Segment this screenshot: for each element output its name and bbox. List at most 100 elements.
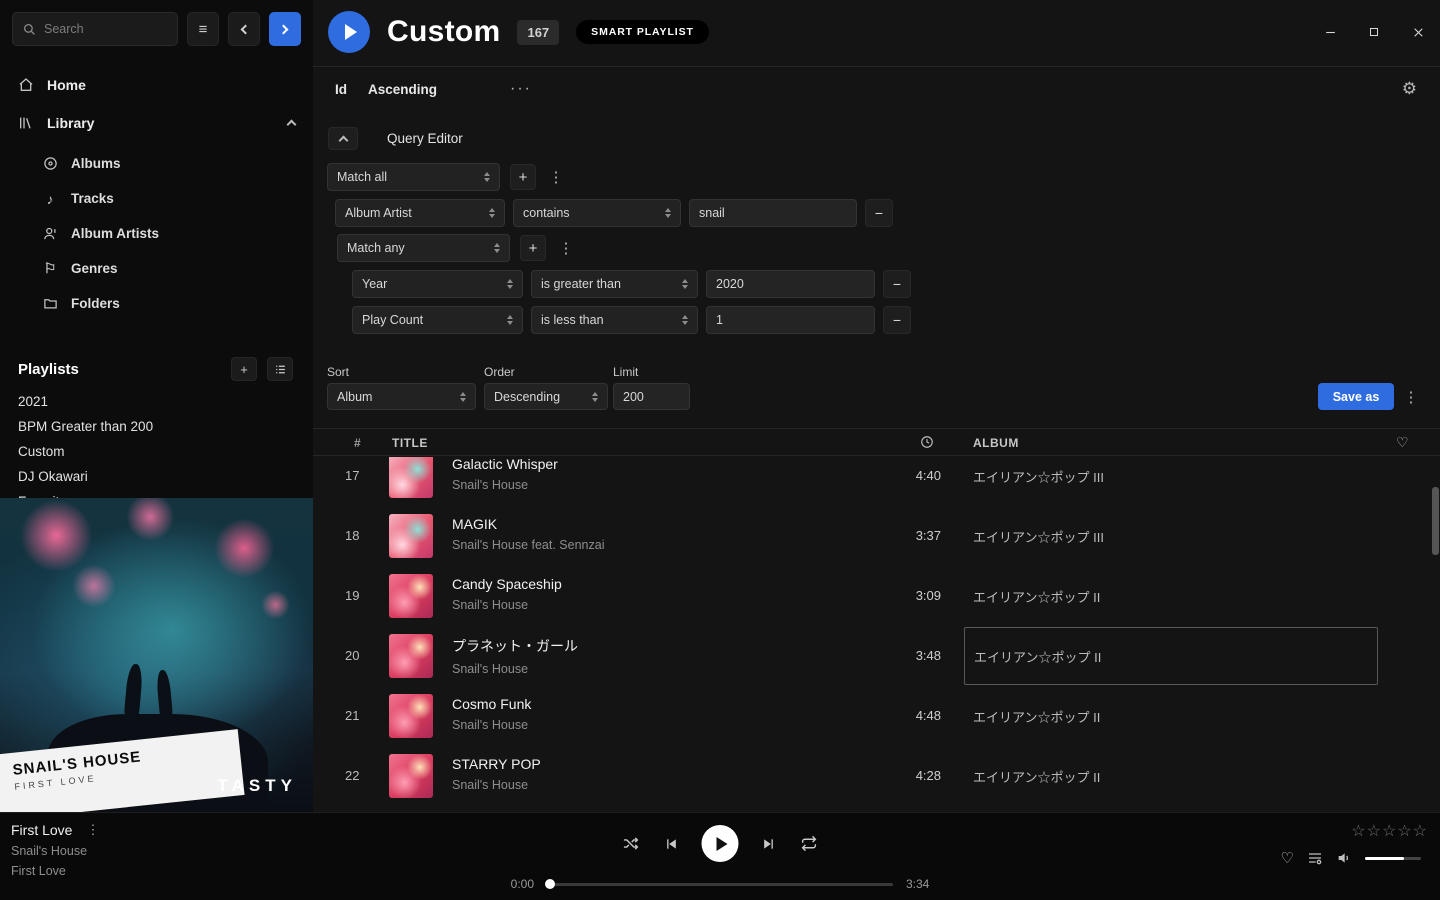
sidebar-item-tracks[interactable]: ♪ Tracks <box>0 181 313 216</box>
column-header-title[interactable]: TITLE <box>392 436 428 450</box>
smart-playlist-badge: SMART PLAYLIST <box>576 20 709 44</box>
sort-field-button[interactable]: Id <box>335 82 347 97</box>
duration-column-clock-icon[interactable] <box>920 435 934 449</box>
page-title: Custom <box>387 15 500 49</box>
remove-rule-button[interactable]: − <box>865 199 893 227</box>
sidebar-item-genres[interactable]: ⚐ Genres <box>0 251 313 286</box>
play-pause-button[interactable] <box>702 825 739 862</box>
previous-track-icon[interactable] <box>663 836 679 852</box>
rule-value-input[interactable]: snail <box>689 199 857 227</box>
minus-icon: − <box>893 276 901 292</box>
nav-forward-button[interactable] <box>269 12 301 46</box>
star-icon[interactable]: ☆ <box>1382 821 1396 841</box>
remove-rule-button[interactable]: − <box>883 306 911 334</box>
select-arrows-icon <box>478 172 490 182</box>
save-menu-button[interactable]: ⋮ <box>1401 384 1421 410</box>
more-options-button[interactable]: ··· <box>510 80 532 98</box>
favorite-heart-icon[interactable]: ♡ <box>1281 849 1294 867</box>
table-row-selected[interactable]: 20 プラネット・ガール Snail's House 3:48 エイリアン☆ポッ… <box>313 626 1440 686</box>
playlist-item[interactable]: BPM Greater than 200 <box>0 414 313 439</box>
match-type-select[interactable]: Match all <box>327 163 500 191</box>
next-track-icon[interactable] <box>762 836 778 852</box>
column-header-index[interactable]: # <box>354 436 361 450</box>
repeat-icon[interactable] <box>801 835 818 852</box>
table-row[interactable]: 19 Candy Spaceship Snail's House 3:09 エイ… <box>313 566 1440 626</box>
playlist-item[interactable]: 2021 <box>0 389 313 414</box>
column-header-album[interactable]: ALBUM <box>973 436 1019 450</box>
group-menu-button[interactable]: ⋮ <box>546 164 566 190</box>
query-editor-collapse-button[interactable] <box>328 127 358 150</box>
rule-field-select[interactable]: Play Count <box>352 306 523 334</box>
sidebar-item-album-artists[interactable]: Album Artists <box>0 216 313 251</box>
volume-slider[interactable] <box>1365 857 1421 860</box>
maximize-button[interactable] <box>1365 23 1383 41</box>
now-playing-menu-icon[interactable]: ⋮ <box>86 822 99 838</box>
limit-input[interactable]: 200 <box>613 383 690 410</box>
rule-operator-select[interactable]: is greater than <box>531 270 698 298</box>
playlist-item[interactable]: DJ Okawari <box>0 464 313 489</box>
track-number: 19 <box>345 588 379 603</box>
favorite-column-heart-icon[interactable]: ♡ <box>1396 434 1409 451</box>
sidebar-item-label: Albums <box>71 156 121 171</box>
volume-icon[interactable] <box>1336 850 1352 866</box>
track-duration: 3:09 <box>879 588 941 603</box>
queue-icon[interactable] <box>1307 850 1323 866</box>
settings-gear-icon[interactable]: ⚙ <box>1402 79 1417 99</box>
now-playing-album[interactable]: First Love <box>11 864 99 878</box>
collapse-library-icon[interactable] <box>288 115 295 131</box>
sort-direction-button[interactable]: Ascending <box>368 82 437 97</box>
remove-rule-button[interactable]: − <box>883 270 911 298</box>
search-input-container[interactable] <box>12 12 178 46</box>
table-row[interactable]: 17 Galactic Whisper Snail's House 4:40 エ… <box>313 457 1440 506</box>
add-rule-button[interactable]: + <box>520 235 546 261</box>
seek-slider[interactable] <box>547 883 893 886</box>
minus-icon: − <box>893 312 901 328</box>
flag-icon: ⚐ <box>42 260 58 277</box>
rule-operator-select[interactable]: contains <box>513 199 681 227</box>
sort-by-select[interactable]: Album <box>327 383 476 410</box>
close-button[interactable] <box>1409 23 1427 41</box>
group-menu-button[interactable]: ⋮ <box>556 235 576 261</box>
rule-value-input[interactable]: 1 <box>706 306 875 334</box>
play-playlist-button[interactable] <box>328 11 370 53</box>
star-icon[interactable]: ☆ <box>1413 821 1427 841</box>
sidebar-item-folders[interactable]: Folders <box>0 286 313 321</box>
table-row[interactable]: 18 MAGIK Snail's House feat. Sennzai 3:3… <box>313 506 1440 566</box>
table-row[interactable]: 21 Cosmo Funk Snail's House 4:48 エイリアン☆ポ… <box>313 686 1440 746</box>
sidebar-item-albums[interactable]: Albums <box>0 146 313 181</box>
save-as-button[interactable]: Save as <box>1318 383 1394 410</box>
playlist-list-button[interactable] <box>267 357 293 381</box>
menu-button[interactable]: ≡ <box>187 12 219 46</box>
star-icon[interactable]: ☆ <box>1397 821 1411 841</box>
sort-label: Sort <box>327 365 349 379</box>
minimize-button[interactable] <box>1321 23 1339 41</box>
sidebar-item-library[interactable]: Library <box>0 104 313 142</box>
search-input[interactable] <box>44 22 167 36</box>
rule-value-input[interactable]: 2020 <box>706 270 875 298</box>
playlist-item[interactable]: Custom <box>0 439 313 464</box>
seek-knob[interactable] <box>545 879 555 889</box>
add-rule-button[interactable]: + <box>510 164 536 190</box>
track-album-focused-cell[interactable]: エイリアン☆ポップ II <box>964 627 1378 685</box>
nav-back-button[interactable] <box>228 12 260 46</box>
table-row[interactable]: 22 STARRY POP Snail's House 4:28 エイリアン☆ポ… <box>313 746 1440 806</box>
match-type-select[interactable]: Match any <box>337 234 510 262</box>
rule-operator-select[interactable]: is less than <box>531 306 698 334</box>
shuffle-icon[interactable] <box>623 835 640 852</box>
rule-field-select[interactable]: Album Artist <box>335 199 505 227</box>
rule-field-select[interactable]: Year <box>352 270 523 298</box>
track-table: # TITLE ALBUM ♡ 17 Galactic Whisper <box>313 428 1440 812</box>
now-playing-title[interactable]: First Love <box>11 822 72 838</box>
order-select[interactable]: Descending <box>484 383 608 410</box>
sidebar: ≡ Home Library <box>0 0 313 812</box>
sidebar-item-home[interactable]: Home <box>0 66 313 104</box>
transport-controls <box>623 825 818 862</box>
scrollbar-thumb[interactable] <box>1432 487 1439 555</box>
star-icon[interactable]: ☆ <box>1351 821 1365 841</box>
track-duration: 3:48 <box>879 648 941 663</box>
star-icon[interactable]: ☆ <box>1367 821 1381 841</box>
add-playlist-button[interactable]: + <box>231 357 257 381</box>
now-playing-artist[interactable]: Snail's House <box>11 844 99 858</box>
select-value: is less than <box>541 313 604 327</box>
sidebar-item-label: Tracks <box>71 191 114 206</box>
